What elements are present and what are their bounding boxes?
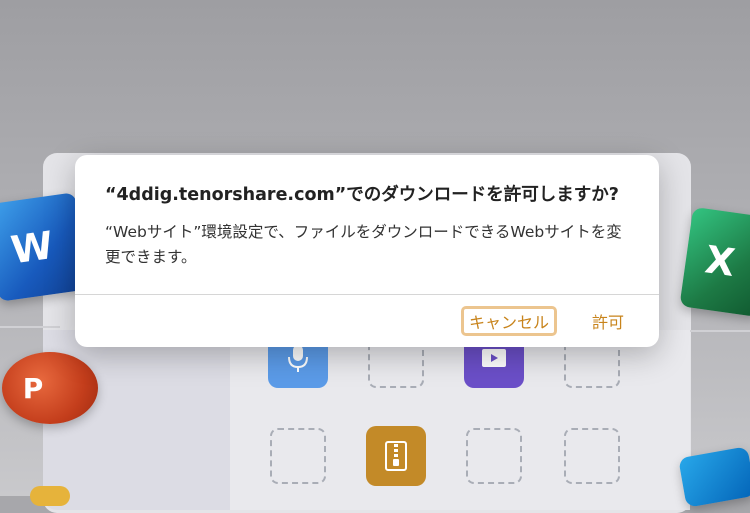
app-icon-partial [30, 486, 70, 506]
zip-archive-icon [385, 441, 407, 471]
cancel-button[interactable]: キャンセル [461, 306, 557, 336]
empty-slot [466, 428, 522, 484]
empty-slot [564, 428, 620, 484]
outlook-app-icon [678, 446, 750, 508]
dialog-message: “Webサイト”環境設定で、ファイルをダウンロードできるWebサイトを変更できま… [105, 223, 622, 266]
dialog-divider [75, 294, 659, 295]
video-icon [482, 349, 506, 367]
microphone-icon [288, 345, 308, 372]
dialog-title: “4ddig.tenorshare.com”でのダウンロードを許可しますか? [105, 185, 619, 205]
excel-app-icon: X [679, 206, 750, 318]
download-permission-dialog: “4ddig.tenorshare.com”でのダウンロードを許可しますか? “… [75, 155, 659, 347]
divider [0, 326, 60, 328]
empty-slot [270, 428, 326, 484]
powerpoint-app-icon: P [2, 352, 98, 424]
zip-tile [366, 426, 426, 486]
allow-button[interactable]: 許可 [583, 306, 633, 336]
divider [690, 330, 750, 332]
